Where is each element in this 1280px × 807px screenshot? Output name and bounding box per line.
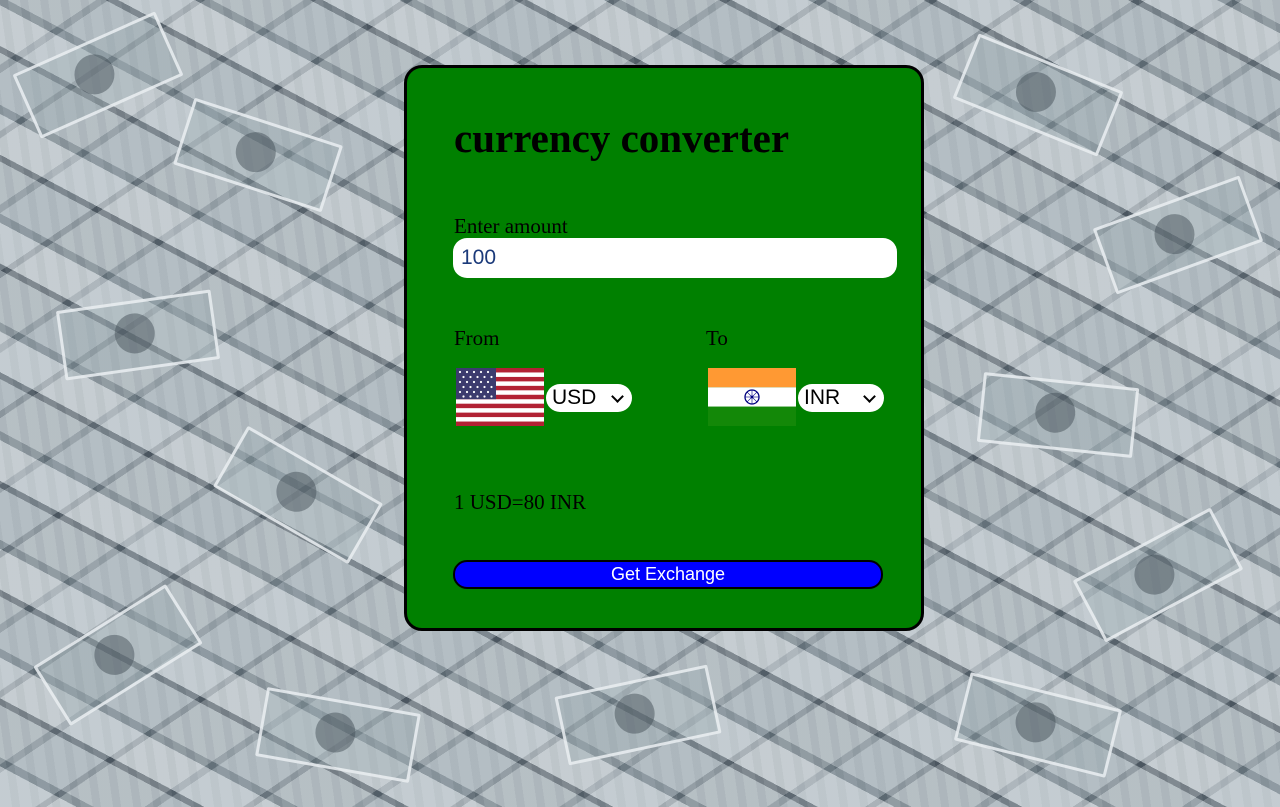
to-currency-value: INR (804, 386, 841, 409)
exchange-rate-text: 1 USD=80 INR (454, 490, 587, 514)
from-label: From (454, 326, 500, 350)
india-flag-icon (708, 368, 796, 426)
banknote-decoration (173, 97, 343, 213)
banknote-decoration (55, 289, 221, 381)
converter-card: currency converter Enter amount From To (404, 65, 924, 631)
banknote-decoration (33, 583, 203, 727)
banknote-decoration (554, 664, 722, 766)
banknote-decoration (976, 372, 1140, 458)
amount-input[interactable] (453, 238, 897, 278)
chevron-down-icon (863, 389, 876, 403)
to-label: To (706, 326, 728, 350)
get-exchange-button[interactable]: Get Exchange (453, 560, 883, 589)
chevron-down-icon (611, 389, 624, 403)
us-flag-icon (456, 368, 544, 426)
banknote-decoration (952, 33, 1124, 157)
page-title: currency converter (454, 115, 790, 161)
banknote-decoration (953, 672, 1123, 778)
banknote-decoration (1092, 175, 1264, 295)
from-currency-value: USD (552, 386, 597, 409)
to-currency-select[interactable]: INR (798, 384, 884, 412)
amount-label: Enter amount (454, 214, 568, 238)
banknote-decoration (212, 425, 384, 565)
banknote-decoration (12, 11, 184, 139)
banknote-decoration (1072, 507, 1244, 643)
from-currency-select[interactable]: USD (546, 384, 632, 412)
banknote-decoration (255, 686, 421, 784)
